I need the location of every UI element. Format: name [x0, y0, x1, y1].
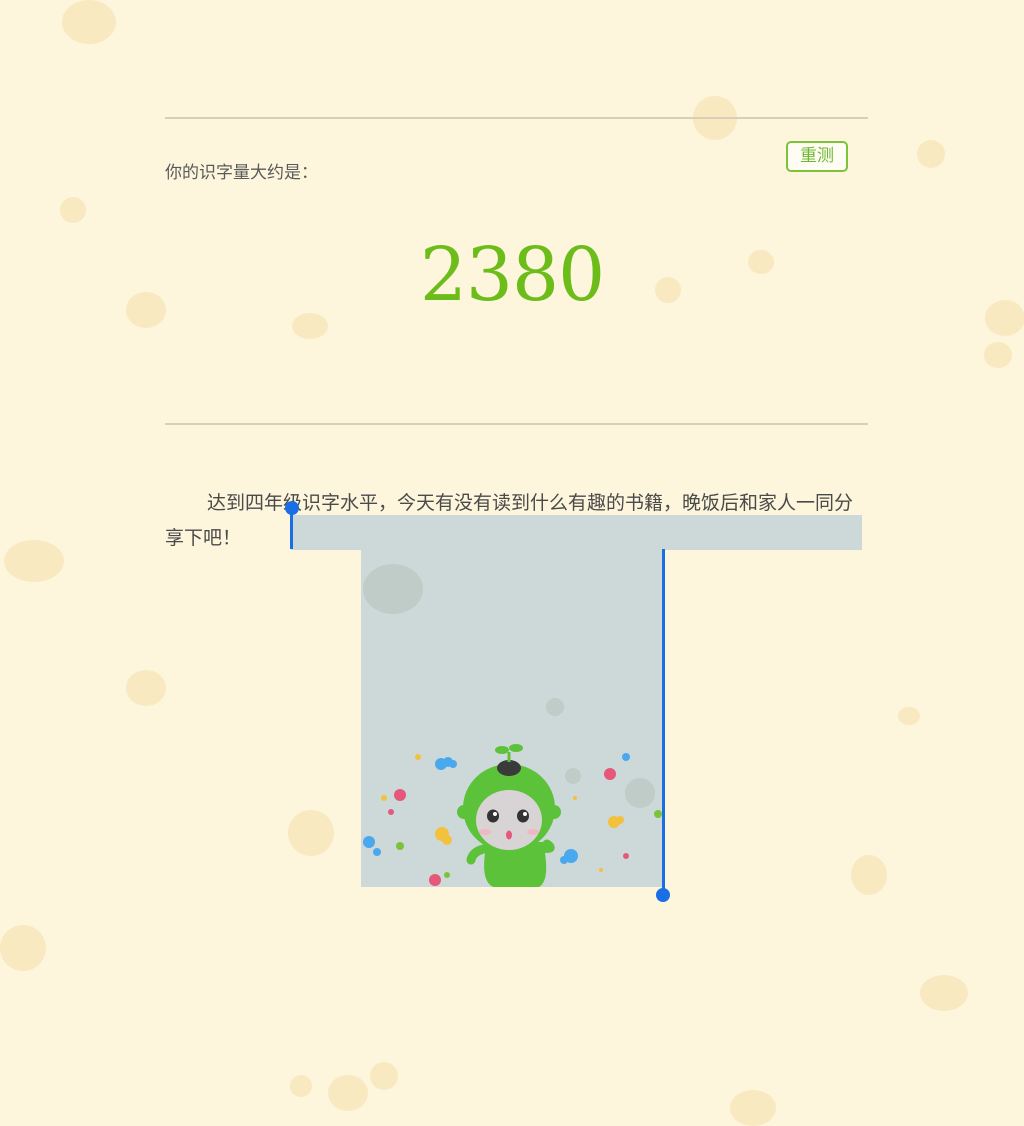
background-blot [60, 197, 86, 223]
image-selection-highlight [361, 550, 664, 887]
result-label: 你的识字量大约是： [165, 163, 318, 183]
selection-end-handle[interactable] [662, 549, 665, 892]
background-blot [288, 810, 334, 856]
background-blot [0, 925, 46, 971]
background-blot [851, 855, 887, 895]
background-blot [898, 707, 920, 725]
character-count: 2380 [419, 232, 605, 318]
result-message: 达到四年级识字水平，今天有没有读到什么有趣的书籍，晚饭后和家人一同分享下吧！ [165, 492, 854, 549]
selection-start-handle-knob[interactable] [285, 501, 299, 515]
background-blot [917, 140, 945, 168]
background-blot [4, 540, 64, 582]
top-divider [165, 117, 868, 119]
background-blot [730, 1090, 776, 1126]
background-blot [920, 975, 968, 1011]
retest-button[interactable]: 重测 [786, 141, 848, 172]
background-blot [290, 1075, 312, 1097]
background-blot [328, 1075, 368, 1111]
green-sprout-mascot-icon [363, 744, 662, 887]
background-blot [370, 1062, 398, 1090]
background-blot [62, 0, 116, 44]
selection-end-handle-knob[interactable] [656, 888, 670, 902]
bottom-divider [165, 423, 868, 425]
selection-start-handle[interactable] [290, 512, 293, 549]
background-blot [984, 342, 1012, 368]
background-blot [126, 670, 166, 706]
